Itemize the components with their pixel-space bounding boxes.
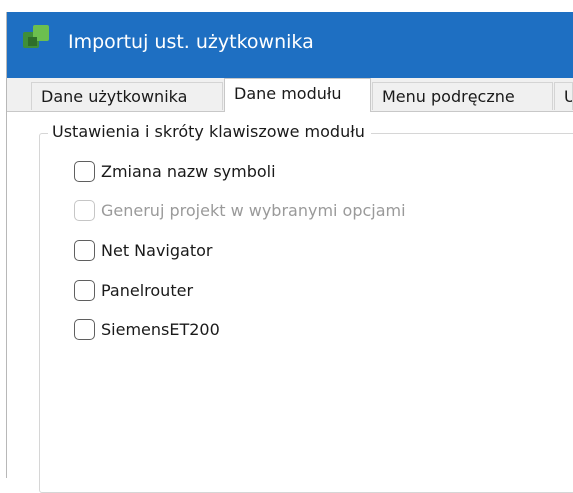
window-title: Importuj ust. użytkownika	[68, 31, 314, 53]
tab-menu-podreczne[interactable]: Menu podręczne	[372, 82, 553, 110]
settings-group	[39, 133, 573, 493]
checkbox[interactable]	[74, 161, 95, 182]
tab-dane-uzytkownika[interactable]: Dane użytkownika	[31, 82, 223, 110]
checkbox	[74, 200, 95, 221]
option-label: Zmiana nazw symboli	[101, 162, 276, 181]
dialog-window: Importuj ust. użytkownika Dane użytkowni…	[0, 0, 573, 493]
settings-group-legend: Ustawienia i skróty klawiszowe modułu	[48, 121, 371, 143]
option-label: Net Navigator	[101, 241, 213, 260]
checkbox[interactable]	[74, 280, 95, 301]
checkbox[interactable]	[74, 319, 95, 340]
option-label: Generuj projekt w wybranymi opcjami	[101, 201, 406, 220]
tab-partial[interactable]: U	[554, 82, 573, 110]
option-label: Panelrouter	[101, 281, 194, 300]
checkbox[interactable]	[74, 240, 95, 261]
app-icon	[23, 25, 49, 48]
option-label: SiemensET200	[101, 320, 220, 339]
tab-dane-modulu[interactable]: Dane modułu	[224, 78, 371, 112]
